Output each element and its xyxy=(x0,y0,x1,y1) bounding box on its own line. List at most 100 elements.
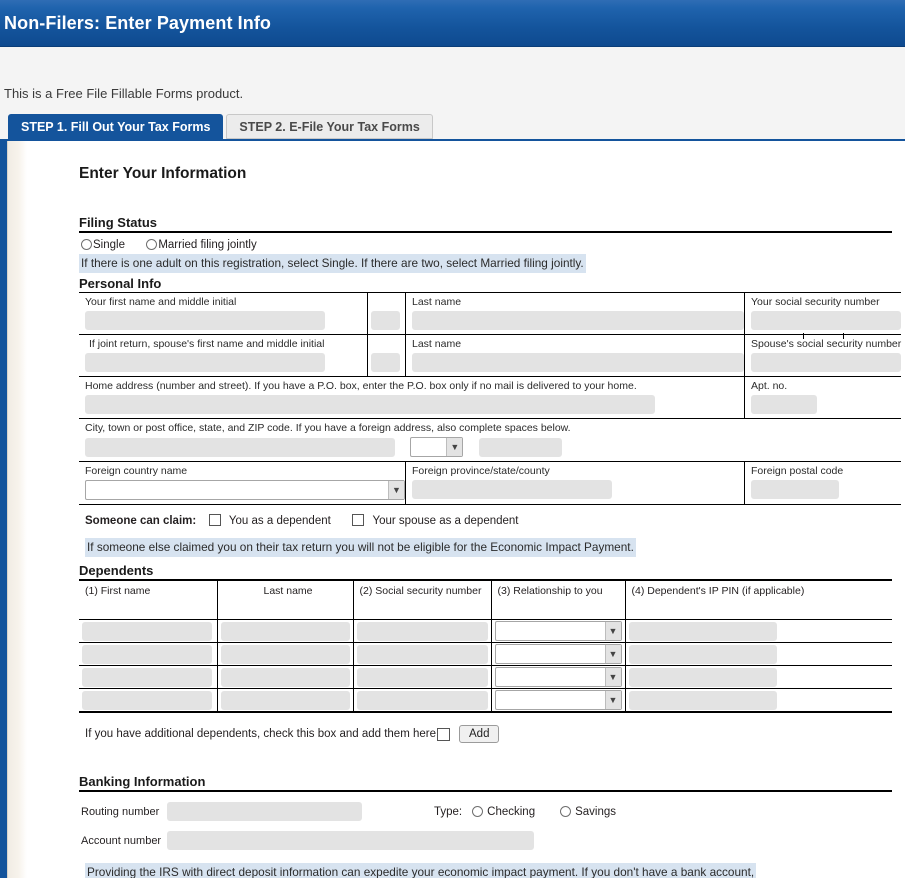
checkbox-you-as-dependent[interactable] xyxy=(208,514,221,526)
foreign-country-select[interactable]: ▼ xyxy=(85,480,405,500)
checkbox-spouse-as-dependent[interactable] xyxy=(352,514,365,526)
your-last-name-input[interactable] xyxy=(412,311,744,330)
radio-account-type-checking-label: Checking xyxy=(487,805,536,818)
spouse-first-name-label: If joint return, spouse's first name and… xyxy=(89,338,325,350)
spouse-middle-initial-label xyxy=(371,338,405,350)
state-select[interactable]: ▼ xyxy=(410,437,464,457)
radio-married-filing-jointly[interactable] xyxy=(146,239,158,250)
dependent-4-ssn-input[interactable] xyxy=(356,690,488,710)
routing-number-label: Routing number xyxy=(81,805,160,818)
radio-single-label: Single xyxy=(93,239,125,251)
additional-dependents-label: If you have additional dependents, check… xyxy=(85,728,436,740)
radio-single[interactable] xyxy=(81,239,92,250)
dependent-3-relationship-select[interactable]: ▼ xyxy=(494,667,622,687)
dependent-1-relationship-select[interactable]: ▼ xyxy=(494,621,622,641)
product-subheader-text: This is a Free File Fillable Forms produ… xyxy=(4,86,244,101)
additional-dependents-row: If you have additional dependents, check… xyxy=(85,725,905,743)
foreign-province-input[interactable] xyxy=(412,480,612,499)
spouse-last-name-input[interactable] xyxy=(412,353,744,372)
account-number-label: Account number xyxy=(81,834,162,847)
spouse-name-row: If joint return, spouse's first name and… xyxy=(79,334,902,377)
dependents-col-ssn: (2) Social security number xyxy=(353,579,492,620)
dependent-1-last-name-input[interactable] xyxy=(220,621,350,641)
your-last-name-label: Last name xyxy=(412,296,462,308)
product-subheader: This is a Free File Fillable Forms produ… xyxy=(0,47,905,113)
dependent-1-first-name-input[interactable] xyxy=(82,621,212,641)
spouse-last-name-label: Last name xyxy=(412,338,462,350)
chevron-down-icon: ▼ xyxy=(604,622,621,640)
dependent-4-ippin-input[interactable] xyxy=(628,690,777,710)
home-address-row: Home address (number and street). If you… xyxy=(79,376,902,419)
radio-account-type-checking[interactable] xyxy=(472,806,484,817)
paper-edge-decoration xyxy=(7,141,27,878)
spouse-ssn-input[interactable] xyxy=(751,353,901,372)
your-middle-initial-input[interactable] xyxy=(370,311,400,330)
dependents-col-ippin: (4) Dependent's IP PIN (if applicable) xyxy=(625,579,892,620)
radio-account-type-savings[interactable] xyxy=(560,806,572,817)
account-number-input[interactable] xyxy=(167,831,534,850)
checkbox-spouse-as-dependent-label: Your spouse as a dependent xyxy=(372,515,519,527)
banking-note-line-1: Providing the IRS with direct deposit in… xyxy=(85,863,757,878)
dependents-header-row: (1) First name Last name (2) Social secu… xyxy=(79,579,892,620)
dependent-1-ssn-input[interactable] xyxy=(356,621,488,641)
foreign-address-row: Foreign country name ▼ Foreign province/… xyxy=(79,461,902,505)
radio-account-type-savings-label: Savings xyxy=(575,805,617,818)
dependent-4-last-name-input[interactable] xyxy=(220,690,350,710)
spouse-middle-initial-input[interactable] xyxy=(370,353,400,372)
tab-step-1[interactable]: STEP 1. Fill Out Your Tax Forms xyxy=(8,114,224,139)
dependent-3-first-name-input[interactable] xyxy=(82,667,212,687)
dependent-3-last-name-input[interactable] xyxy=(220,667,350,687)
apt-no-label: Apt. no. xyxy=(751,380,788,392)
dependent-2-ssn-input[interactable] xyxy=(356,644,488,664)
dependents-heading: Dependents xyxy=(79,563,154,578)
table-row: ▼ xyxy=(79,665,892,689)
home-address-input[interactable] xyxy=(85,395,655,414)
add-dependent-button[interactable]: Add xyxy=(459,725,500,743)
chevron-down-icon: ▼ xyxy=(604,691,621,709)
routing-number-row: Routing number Type: Checking Savings xyxy=(79,802,905,821)
dependent-3-ssn-input[interactable] xyxy=(356,667,488,687)
dependent-2-ippin-input[interactable] xyxy=(628,644,777,664)
radio-married-filing-jointly-label: Married filing jointly xyxy=(158,239,257,251)
filing-status-options: Single Married filing jointly xyxy=(79,233,905,253)
page-title: Enter Your Information xyxy=(79,165,247,182)
someone-can-claim-label: Someone can claim: xyxy=(85,515,197,527)
home-address-label: Home address (number and street). If you… xyxy=(85,380,637,392)
spouse-first-name-input[interactable] xyxy=(85,353,325,372)
personal-info-table: Your first name and middle initial Last … xyxy=(79,292,902,505)
tab-step-2[interactable]: STEP 2. E-File Your Tax Forms xyxy=(226,114,433,139)
chevron-down-icon: ▼ xyxy=(604,645,621,663)
someone-can-claim-row: Someone can claim: You as a dependent Yo… xyxy=(79,505,905,527)
city-state-zip-row: City, town or post office, state, and ZI… xyxy=(79,418,902,462)
chevron-down-icon: ▼ xyxy=(446,438,463,456)
checkbox-you-as-dependent-label: You as a dependent xyxy=(228,515,331,527)
dependent-2-last-name-input[interactable] xyxy=(220,644,350,664)
app-banner: Non-Filers: Enter Payment Info xyxy=(0,0,905,47)
foreign-postal-input[interactable] xyxy=(751,480,839,499)
dependent-2-first-name-input[interactable] xyxy=(82,644,212,664)
chevron-down-icon: ▼ xyxy=(604,668,621,686)
dependents-col-relationship: (3) Relationship to you xyxy=(491,579,626,620)
dependent-2-relationship-select[interactable]: ▼ xyxy=(494,644,622,664)
banking-heading: Banking Information xyxy=(79,774,892,792)
step-tabs: STEP 1. Fill Out Your Tax Forms STEP 2. … xyxy=(0,113,905,139)
routing-number-input[interactable] xyxy=(167,802,362,821)
zip-input[interactable] xyxy=(478,437,562,457)
your-first-name-input[interactable] xyxy=(85,311,325,330)
form-frame: Enter Your Information Filing Status Sin… xyxy=(0,139,905,878)
dependent-1-ippin-input[interactable] xyxy=(628,621,777,641)
dependent-4-relationship-select[interactable]: ▼ xyxy=(494,690,622,710)
your-first-name-label: Your first name and middle initial xyxy=(85,296,237,308)
table-row: ▼ xyxy=(79,688,892,713)
your-ssn-input[interactable] xyxy=(751,311,901,330)
spouse-ssn-label: Spouse's social security number xyxy=(751,338,902,350)
form-sheet: Enter Your Information Filing Status Sin… xyxy=(27,141,905,878)
checkbox-additional-dependents[interactable] xyxy=(437,727,450,741)
table-row: ▼ xyxy=(79,642,892,666)
app-title: Non-Filers: Enter Payment Info xyxy=(4,12,272,33)
dependent-3-ippin-input[interactable] xyxy=(628,667,777,687)
dependent-4-first-name-input[interactable] xyxy=(82,690,212,710)
account-number-row: Account number xyxy=(79,831,905,850)
city-input[interactable] xyxy=(85,437,395,457)
apt-no-input[interactable] xyxy=(751,395,817,414)
